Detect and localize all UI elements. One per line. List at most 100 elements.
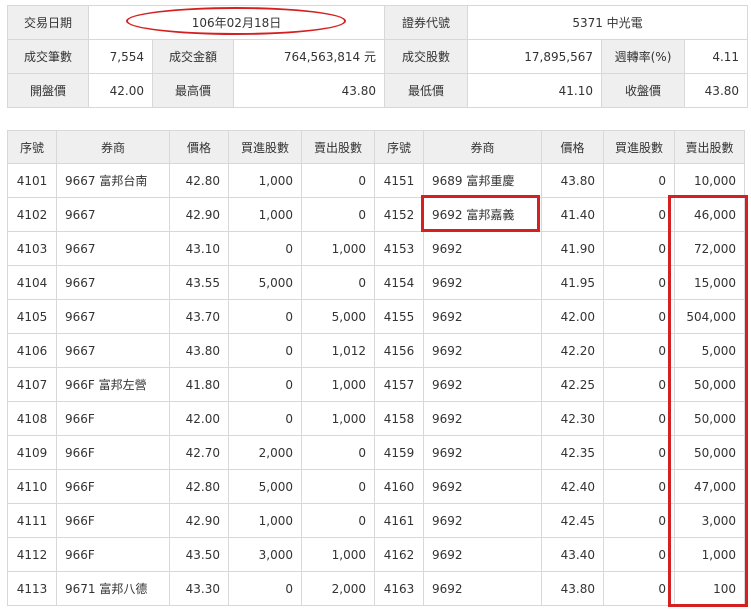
cell-broker: 9692 bbox=[423, 571, 542, 606]
cell-buy-shares: 0 bbox=[603, 503, 675, 538]
cell-seq: 4153 bbox=[374, 231, 424, 266]
cell-price: 43.55 bbox=[169, 265, 229, 300]
trade-date-label: 交易日期 bbox=[7, 5, 89, 40]
column-header-seq: 序號 bbox=[374, 130, 424, 164]
column-header-broker: 券商 bbox=[423, 130, 542, 164]
table-row: 4107 966F 富邦左營 41.80 0 1,000 bbox=[7, 367, 375, 402]
cell-sell-shares: 50,000 bbox=[674, 401, 745, 436]
low-price-value: 41.10 bbox=[467, 73, 602, 108]
deal-count-label: 成交筆數 bbox=[7, 39, 89, 74]
cell-buy-shares: 3,000 bbox=[228, 537, 302, 572]
table-row: 4110 966F 42.80 5,000 0 bbox=[7, 469, 375, 504]
cell-broker: 9692 bbox=[423, 333, 542, 368]
column-header-broker: 券商 bbox=[56, 130, 170, 164]
cell-buy-shares: 0 bbox=[603, 401, 675, 436]
cell-seq: 4159 bbox=[374, 435, 424, 470]
cell-seq: 4112 bbox=[7, 537, 57, 572]
summary-row-date: 交易日期 106年02月18日 證券代號 5371 中光電 bbox=[7, 5, 749, 40]
open-price-value: 42.00 bbox=[88, 73, 153, 108]
cell-sell-shares: 0 bbox=[301, 503, 375, 538]
cell-seq: 4105 bbox=[7, 299, 57, 334]
table-row: 4103 9667 43.10 0 1,000 bbox=[7, 231, 375, 266]
cell-price: 43.80 bbox=[541, 571, 604, 606]
cell-broker: 9667 bbox=[56, 265, 170, 300]
cell-seq: 4154 bbox=[374, 265, 424, 300]
table-row: 4153 9692 41.90 0 72,000 bbox=[374, 231, 745, 266]
cell-buy-shares: 0 bbox=[228, 333, 302, 368]
cell-broker: 966F 富邦左營 bbox=[56, 367, 170, 402]
cell-seq: 4158 bbox=[374, 401, 424, 436]
table-row: 4161 9692 42.45 0 3,000 bbox=[374, 503, 745, 538]
deal-shares-value: 17,895,567 bbox=[467, 39, 602, 74]
deal-amount-value: 764,563,814 元 bbox=[233, 39, 385, 74]
deal-amount-label: 成交金額 bbox=[152, 39, 234, 74]
cell-broker: 966F bbox=[56, 537, 170, 572]
cell-price: 42.20 bbox=[541, 333, 604, 368]
cell-broker: 9667 富邦台南 bbox=[56, 163, 170, 198]
table-row: 4162 9692 43.40 0 1,000 bbox=[374, 537, 745, 572]
table-row: 4101 9667 富邦台南 42.80 1,000 0 bbox=[7, 163, 375, 198]
column-header-sell-shares: 賣出股數 bbox=[674, 130, 745, 164]
cell-broker: 966F bbox=[56, 503, 170, 538]
low-price-label: 最低價 bbox=[384, 73, 468, 108]
cell-buy-shares: 0 bbox=[228, 299, 302, 334]
cell-broker: 9692 bbox=[423, 503, 542, 538]
cell-sell-shares: 72,000 bbox=[674, 231, 745, 266]
cell-broker: 966F bbox=[56, 435, 170, 470]
cell-price: 42.70 bbox=[169, 435, 229, 470]
table-row: 4111 966F 42.90 1,000 0 bbox=[7, 503, 375, 538]
cell-sell-shares: 0 bbox=[301, 435, 375, 470]
table-row: 4105 9667 43.70 0 5,000 bbox=[7, 299, 375, 334]
close-price-label: 收盤價 bbox=[601, 73, 685, 108]
cell-broker: 9689 富邦重慶 bbox=[423, 163, 542, 198]
stock-code-value: 5371 中光電 bbox=[466, 5, 749, 40]
high-price-label: 最高價 bbox=[152, 73, 234, 108]
cell-seq: 4103 bbox=[7, 231, 57, 266]
cell-price: 43.40 bbox=[541, 537, 604, 572]
cell-buy-shares: 0 bbox=[603, 367, 675, 402]
cell-broker: 966F bbox=[56, 401, 170, 436]
cell-seq: 4102 bbox=[7, 197, 57, 232]
cell-buy-shares: 0 bbox=[228, 571, 302, 606]
cell-price: 42.80 bbox=[169, 163, 229, 198]
cell-broker: 9692 bbox=[423, 537, 542, 572]
cell-sell-shares: 10,000 bbox=[674, 163, 745, 198]
cell-price: 41.90 bbox=[541, 231, 604, 266]
cell-broker: 9667 bbox=[56, 231, 170, 266]
cell-price: 42.35 bbox=[541, 435, 604, 470]
turnover-value: 4.11 bbox=[683, 39, 749, 74]
cell-sell-shares: 1,000 bbox=[301, 401, 375, 436]
column-header-buy-shares: 買進股數 bbox=[603, 130, 675, 164]
cell-seq: 4110 bbox=[7, 469, 57, 504]
cell-seq: 4106 bbox=[7, 333, 57, 368]
cell-price: 42.25 bbox=[541, 367, 604, 402]
cell-price: 43.80 bbox=[169, 333, 229, 368]
cell-price: 41.95 bbox=[541, 265, 604, 300]
cell-sell-shares: 3,000 bbox=[674, 503, 745, 538]
cell-sell-shares: 5,000 bbox=[674, 333, 745, 368]
cell-sell-shares: 2,000 bbox=[301, 571, 375, 606]
table-row: 4106 9667 43.80 0 1,012 bbox=[7, 333, 375, 368]
trade-body-left: 4101 9667 富邦台南 42.80 1,000 0 4102 9667 42.90 1,0… bbox=[7, 163, 375, 606]
cell-price: 43.80 bbox=[541, 163, 604, 198]
cell-broker: 9692 bbox=[423, 435, 542, 470]
cell-buy-shares: 5,000 bbox=[228, 469, 302, 504]
table-row: 4113 9671 富邦八德 43.30 0 2,000 bbox=[7, 571, 375, 606]
cell-seq: 4162 bbox=[374, 537, 424, 572]
cell-sell-shares: 0 bbox=[301, 265, 375, 300]
cell-sell-shares: 47,000 bbox=[674, 469, 745, 504]
summary-row-prices: 開盤價 42.00 最高價 43.80 最低價 41.10 收盤價 43.80 bbox=[7, 73, 749, 108]
trade-body-right: 4151 9689 富邦重慶 43.80 0 10,000 4152 9692 富邦嘉義 41… bbox=[374, 163, 745, 606]
cell-buy-shares: 1,000 bbox=[228, 197, 302, 232]
cell-buy-shares: 0 bbox=[603, 537, 675, 572]
cell-broker: 9692 bbox=[423, 401, 542, 436]
table-row: 4152 9692 富邦嘉義 41.40 0 46,000 bbox=[374, 197, 745, 232]
cell-seq: 4113 bbox=[7, 571, 57, 606]
table-row: 4158 9692 42.30 0 50,000 bbox=[374, 401, 745, 436]
table-row: 4156 9692 42.20 0 5,000 bbox=[374, 333, 745, 368]
cell-buy-shares: 0 bbox=[228, 401, 302, 436]
table-row: 4163 9692 43.80 0 100 bbox=[374, 571, 745, 606]
trade-table-left: 序號 券商 價格 買進股數 賣出股數 4101 9667 富邦台南 42.80 1,000 0 4… bbox=[7, 130, 375, 606]
table-row: 4157 9692 42.25 0 50,000 bbox=[374, 367, 745, 402]
cell-price: 43.30 bbox=[169, 571, 229, 606]
